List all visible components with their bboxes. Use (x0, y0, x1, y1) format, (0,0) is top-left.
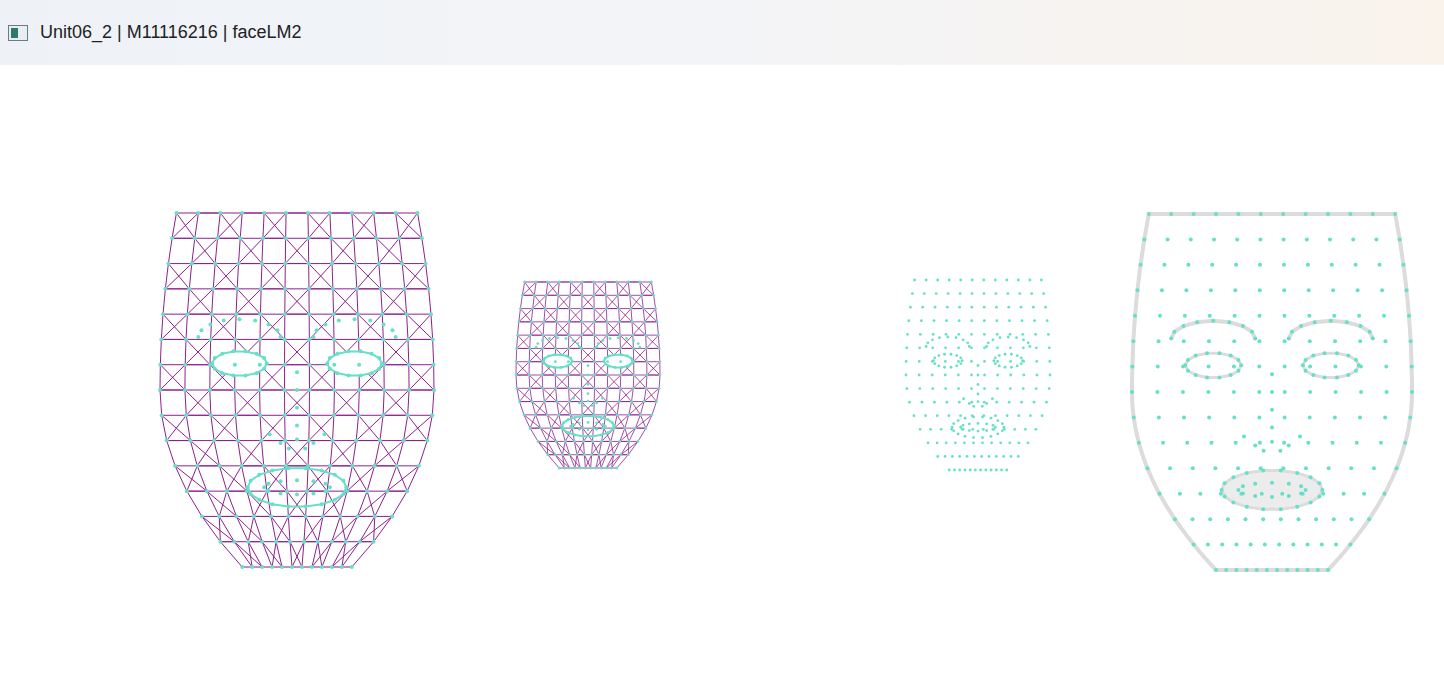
window-title: Unit06_2 | M11116216 | faceLM2 (40, 19, 302, 46)
app-icon (8, 25, 28, 41)
face-canvas (0, 65, 1444, 681)
face-contour (1132, 214, 1412, 570)
face-points (905, 279, 1052, 472)
face-contour (1130, 212, 1414, 572)
face-landmarks (515, 281, 662, 470)
app-window: Unit06_2 | M11116216 | faceLM2 (0, 0, 1444, 681)
face-landmarks (1130, 212, 1414, 572)
face-landmarks (158, 211, 436, 569)
face-mesh (516, 282, 660, 468)
face-mesh (160, 213, 434, 567)
face-landmarks (905, 279, 1052, 472)
face-mesh (515, 281, 662, 470)
face-mesh (158, 211, 436, 569)
title-bar: Unit06_2 | M11116216 | faceLM2 (0, 0, 1444, 65)
